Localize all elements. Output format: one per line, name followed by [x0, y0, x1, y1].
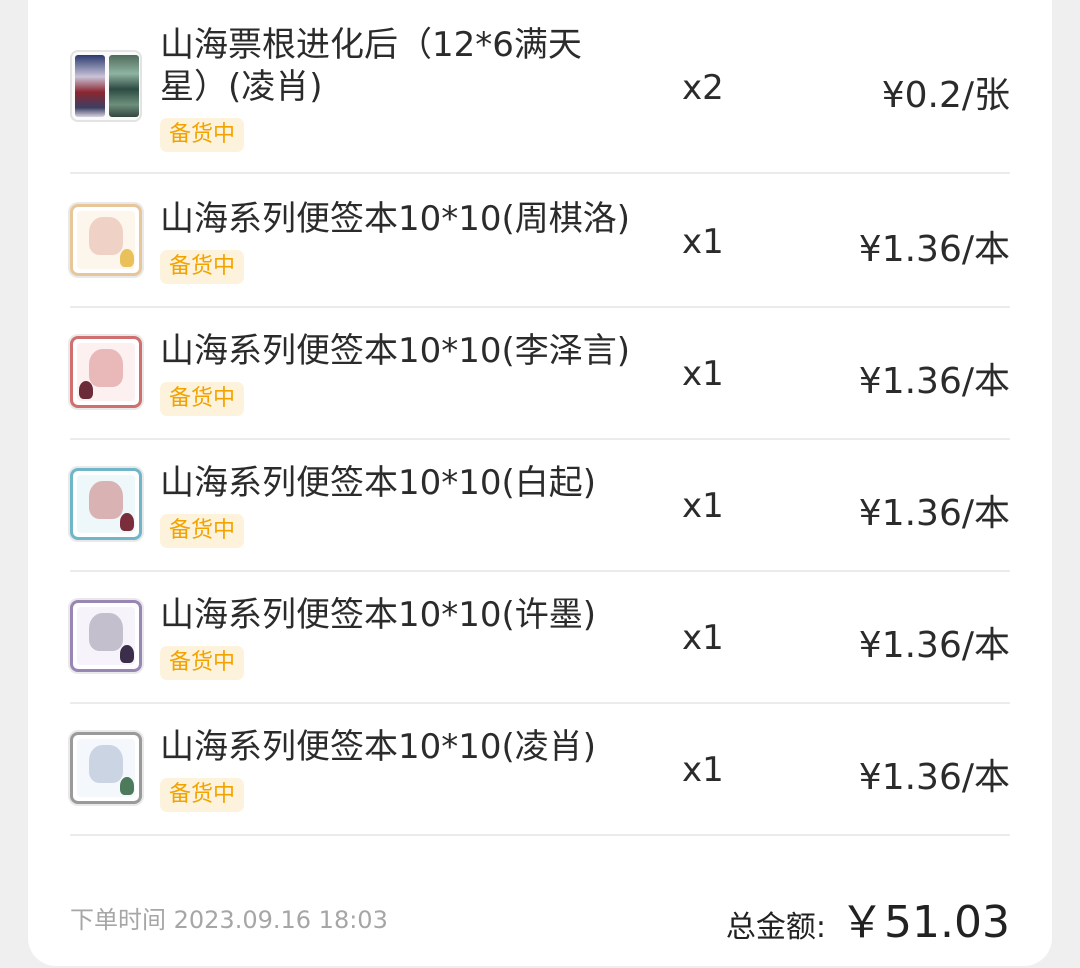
order-item[interactable]: 山海系列便签本10*10(白起) 备货中 x1 ¥1.36/本 [70, 438, 1010, 572]
status-badge: 备货中 [160, 118, 245, 152]
product-thumbnail[interactable] [70, 336, 142, 408]
order-total: 总金额: ￥51.03 [726, 886, 1010, 950]
product-thumbnail[interactable] [70, 468, 142, 540]
status-badge: 备货中 [160, 778, 245, 812]
quantity: x1 [682, 354, 724, 394]
status-badge: 备货中 [160, 514, 245, 548]
product-thumbnail[interactable] [70, 732, 142, 804]
ticket-image-2 [109, 55, 139, 117]
character-illustration [89, 481, 123, 519]
status-badge: 备货中 [160, 646, 245, 680]
unit-price: ¥1.36/本 [858, 361, 1010, 402]
chibi-figure [120, 777, 134, 795]
unit-price: ¥0.2/张 [881, 75, 1010, 116]
quantity: x1 [682, 222, 724, 262]
character-illustration [89, 613, 123, 651]
quantity: x2 [682, 68, 724, 108]
product-title[interactable]: 山海系列便签本10*10(周棋洛) [160, 198, 630, 240]
quantity: x1 [682, 750, 724, 790]
chibi-figure [120, 645, 134, 663]
product-title[interactable]: 山海系列便签本10*10(白起) [160, 462, 630, 504]
character-illustration [89, 349, 123, 387]
product-title[interactable]: 山海票根进化后（12*6满天星）(凌肖) [160, 24, 630, 108]
product-title[interactable]: 山海系列便签本10*10(李泽言) [160, 330, 630, 372]
quantity: x1 [682, 618, 724, 658]
chibi-figure [120, 513, 134, 531]
total-label: 总金额: [725, 910, 827, 945]
order-item[interactable]: 山海系列便签本10*10(李泽言) 备货中 x1 ¥1.36/本 [70, 306, 1010, 440]
unit-price: ¥1.36/本 [858, 625, 1010, 666]
product-title[interactable]: 山海系列便签本10*10(许墨) [160, 594, 630, 636]
chibi-figure [79, 381, 93, 399]
ticket-image-1 [75, 55, 105, 117]
character-illustration [89, 217, 123, 255]
status-badge: 备货中 [160, 382, 245, 416]
order-item[interactable]: 山海系列便签本10*10(许墨) 备货中 x1 ¥1.36/本 [70, 570, 1010, 704]
order-item[interactable]: 山海系列便签本10*10(凌肖) 备货中 x1 ¥1.36/本 [70, 702, 1010, 836]
product-thumbnail[interactable] [70, 50, 142, 122]
total-amount: ￥51.03 [840, 897, 1010, 948]
character-illustration [89, 745, 123, 783]
unit-price: ¥1.36/本 [858, 493, 1010, 534]
status-badge: 备货中 [160, 250, 245, 284]
unit-price: ¥1.36/本 [858, 229, 1010, 270]
order-item[interactable]: 山海系列便签本10*10(周棋洛) 备货中 x1 ¥1.36/本 [70, 174, 1010, 308]
order-time: 下单时间 2023.09.16 18:03 [70, 906, 388, 934]
unit-price: ¥1.36/本 [858, 757, 1010, 798]
order-item[interactable]: 山海票根进化后（12*6满天星）(凌肖) 备货中 x2 ¥0.2/张 [70, 25, 1010, 174]
product-thumbnail[interactable] [70, 600, 142, 672]
quantity: x1 [682, 486, 724, 526]
product-title[interactable]: 山海系列便签本10*10(凌肖) [160, 726, 630, 768]
chibi-figure [120, 249, 134, 267]
product-thumbnail[interactable] [70, 204, 142, 276]
